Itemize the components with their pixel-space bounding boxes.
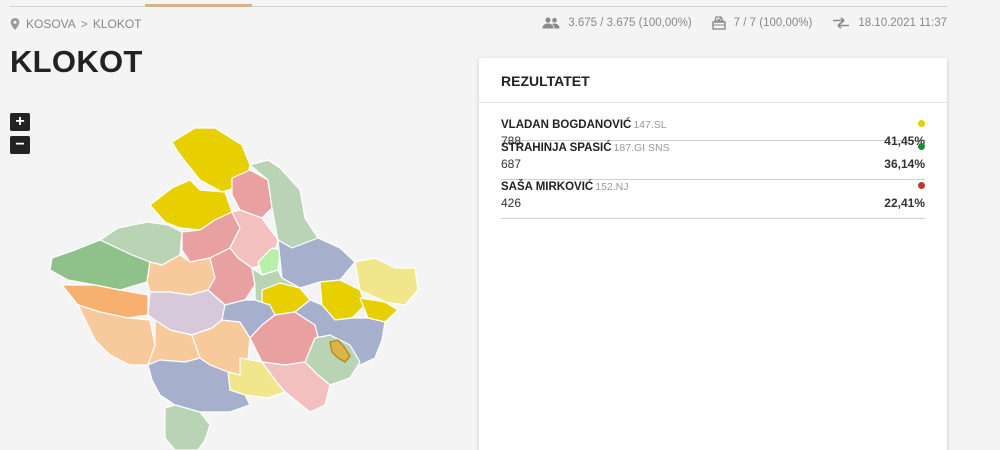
candidate-row[interactable]: STRAHINJA SPASIĆ 187.GI SNS 687 36,14% — [501, 140, 925, 180]
breadcrumb: KOSOVA > KLOKOT — [10, 17, 142, 31]
sync-arrows-icon — [833, 17, 850, 29]
candidate-name: STRAHINJA SPASIĆ 187.GI SNS — [501, 142, 670, 154]
voters-stat: 3.675 / 3.675 (100,00%) — [542, 17, 692, 29]
candidate-color-dot — [918, 120, 925, 127]
ballot-box-icon — [711, 16, 726, 30]
results-header: REZULTATET — [479, 58, 947, 103]
candidate-party: 152.NJ — [595, 181, 629, 193]
active-tab-indicator — [145, 4, 252, 7]
stats-bar: 3.675 / 3.675 (100,00%) 7 / 7 (100,00%) … — [522, 16, 947, 30]
candidate-color-dot — [918, 143, 925, 150]
candidate-color-dot — [918, 182, 925, 189]
candidate-percent: 22,41% — [884, 196, 925, 210]
zoom-in-button[interactable]: + — [10, 113, 30, 131]
kosovo-municipalities-map — [49, 127, 419, 450]
candidate-percent: 36,14% — [884, 157, 925, 171]
candidate-votes: 687 — [501, 157, 522, 171]
breadcrumb-root-link[interactable]: KOSOVA — [26, 17, 76, 31]
candidate-name: SAŠA MIRKOVIĆ 152.NJ — [501, 181, 629, 193]
voters-count: 3.675 / 3.675 (100,00%) — [568, 17, 692, 29]
location-pin-icon — [10, 18, 20, 30]
breadcrumb-current: KLOKOT — [92, 17, 142, 31]
last-updated: 18.10.2021 11:37 — [858, 17, 947, 29]
candidate-party: 147.SL — [633, 119, 667, 131]
breadcrumb-separator: > — [80, 17, 88, 31]
page-title: KLOKOT — [10, 44, 143, 79]
stations-count: 7 / 7 (100,00%) — [733, 17, 813, 29]
people-icon — [542, 17, 560, 29]
candidate-party: 187.GI SNS — [613, 142, 670, 154]
zoom-out-button[interactable]: − — [10, 136, 30, 154]
candidate-row[interactable]: SAŠA MIRKOVIĆ 152.NJ 426 22,41% — [501, 179, 925, 219]
map-region[interactable] — [354, 257, 419, 306]
candidate-row[interactable]: VLADAN BOGDANOVIĆ 147.SL 788 41,45% — [501, 117, 925, 148]
results-panel: REZULTATET VLADAN BOGDANOVIĆ 147.SL 788 4… — [479, 58, 947, 450]
stations-stat: 7 / 7 (100,00%) — [711, 16, 813, 30]
candidate-name: VLADAN BOGDANOVIĆ 147.SL — [501, 119, 667, 131]
updated-stat: 18.10.2021 11:37 — [832, 17, 947, 29]
candidate-votes: 426 — [501, 196, 522, 210]
candidate-list: VLADAN BOGDANOVIĆ 147.SL 788 41,45% STRAH… — [479, 103, 947, 219]
